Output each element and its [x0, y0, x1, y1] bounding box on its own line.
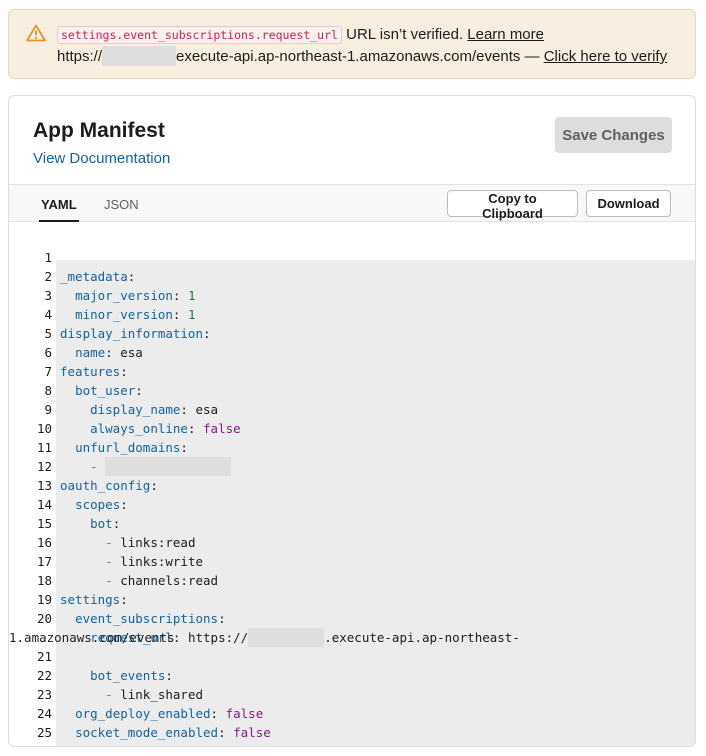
code-line: 25 token_rotation_enabled: false [9, 704, 695, 746]
banner-message: URL isn’t verified. [341, 26, 468, 43]
verify-link[interactable]: Click here to verify [544, 48, 667, 65]
banner-url-prefix: https:// [57, 48, 103, 65]
code-line: 7 bot_user: [9, 343, 695, 398]
code-line: 24 socket_mode_enabled: false [9, 685, 695, 740]
code-editor[interactable]: 1 _metadata: 2 major_version: 1 3 minor_… [9, 223, 695, 746]
view-documentation-link[interactable]: View Documentation [33, 150, 170, 167]
code-line: 5 name: esa [9, 305, 695, 360]
code-line: 26 [9, 723, 695, 746]
tab-json[interactable]: JSON [104, 197, 139, 212]
setting-code-chip: settings.event_subscriptions.request_url [57, 26, 342, 44]
code-line: 20 request_url: https://.execute-api.ap-… [9, 590, 695, 647]
code-line-wrapped: 1.amazonaws.com/events [9, 609, 695, 645]
code-line: 19 event_subscriptions: [9, 571, 695, 626]
code-line: 2 major_version: 1 [9, 248, 695, 303]
code-line: 8 display_name: esa [9, 362, 695, 417]
app-manifest-panel: App Manifest View Documentation Save Cha… [8, 95, 696, 747]
line-number: 26 [9, 742, 52, 746]
code-line: 13 scopes: [9, 457, 695, 512]
tab-yaml[interactable]: YAML [39, 197, 79, 222]
yaml-value: false [256, 744, 294, 746]
code-line: 9 always_online: false [9, 381, 695, 436]
yaml-key: token_rotation_enabled [75, 744, 241, 746]
warning-triangle-icon [26, 24, 46, 42]
code-line: 12 oauth_config: [9, 438, 695, 493]
banner-line-2: https:// execute-api.ap-northeast-1.amazo… [57, 45, 667, 68]
code-line: 15 - links:read [9, 495, 695, 550]
format-tab-bar: YAML JSON Copy to Clipboard Download [9, 184, 695, 222]
banner-line-1: settings.event_subscriptions.request_url… [57, 24, 544, 46]
code-line: 18 settings: [9, 552, 695, 607]
code-line: 4 display_information: [9, 286, 695, 341]
download-button[interactable]: Download [586, 190, 671, 217]
code-line: 14 bot: [9, 476, 695, 531]
code-line: 3 minor_version: 1 [9, 267, 695, 322]
code-line: 17 - channels:read [9, 533, 695, 588]
code-line: 11 - [9, 419, 695, 476]
learn-more-link[interactable]: Learn more [467, 26, 544, 43]
redacted-block [102, 45, 177, 66]
verification-warning-banner: settings.event_subscriptions.request_url… [8, 9, 696, 79]
copy-to-clipboard-button[interactable]: Copy to Clipboard [447, 190, 578, 221]
code-line: 16 - links:write [9, 514, 695, 569]
save-changes-button[interactable]: Save Changes [555, 117, 672, 153]
code-line: 10 unfurl_domains: [9, 400, 695, 455]
code-line: 23 org_deploy_enabled: false [9, 666, 695, 721]
code-line: 1 _metadata: [9, 229, 695, 284]
code-line: 21 bot_events: [9, 628, 695, 683]
code-line: 6 features: [9, 324, 695, 379]
code-line: 22 - link_shared [9, 647, 695, 702]
banner-url-suffix: execute-api.ap-northeast-1.amazonaws.com… [176, 48, 544, 65]
page-title: App Manifest [33, 119, 165, 142]
